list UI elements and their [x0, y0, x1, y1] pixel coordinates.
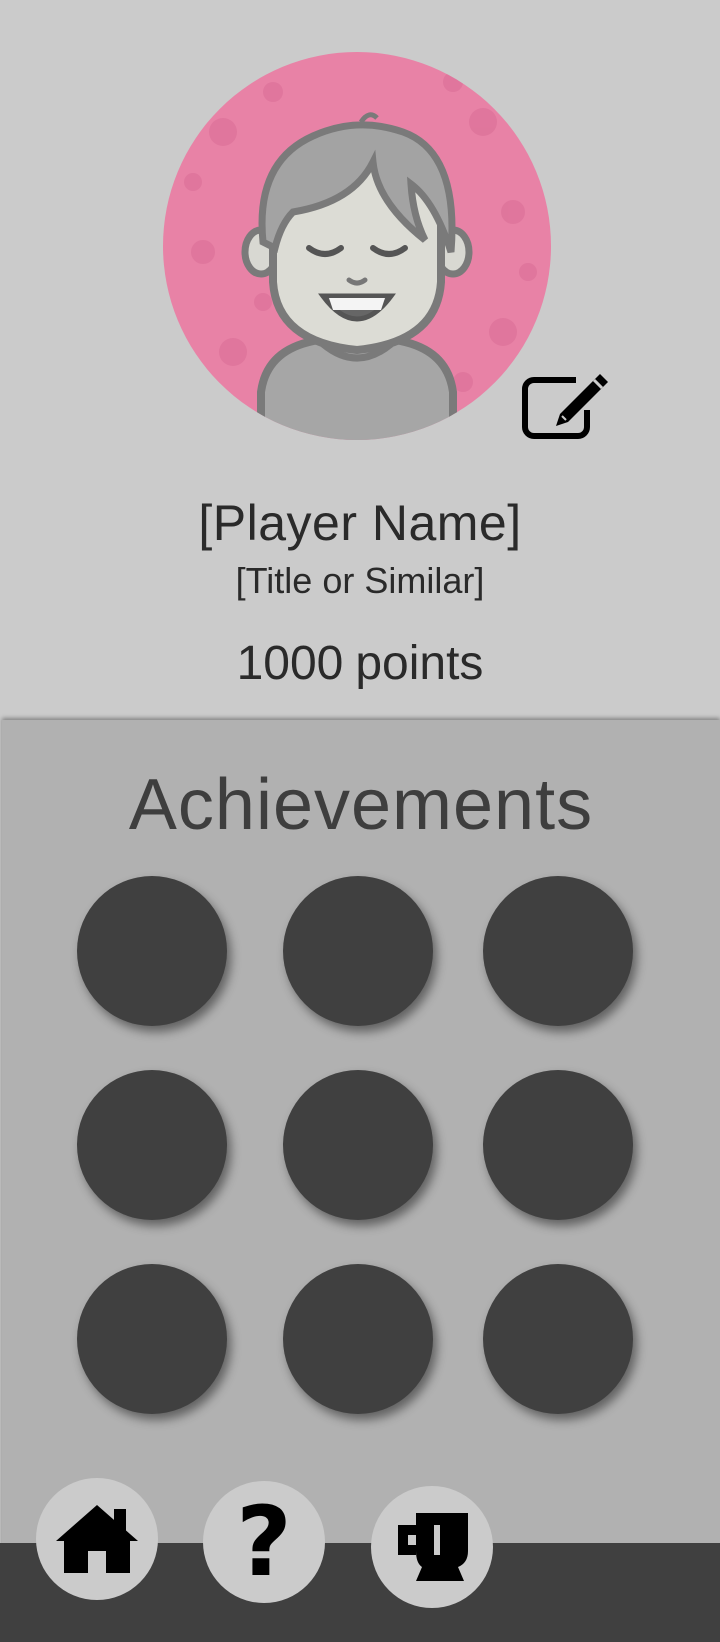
points-label: points: [355, 637, 484, 690]
achievement-badge[interactable]: [483, 1264, 633, 1414]
points-value: 1000: [236, 637, 344, 690]
help-button[interactable]: ?: [203, 1481, 325, 1603]
home-icon: [56, 1505, 138, 1573]
achievement-badge[interactable]: [283, 1070, 433, 1220]
trophy-icon: [398, 1513, 468, 1581]
avatar-illustration: [184, 72, 537, 440]
edit-profile-button[interactable]: [520, 370, 610, 442]
home-button[interactable]: [36, 1478, 158, 1600]
player-name: [Player Name]: [198, 495, 522, 551]
achievement-badge[interactable]: [283, 1264, 433, 1414]
player-title: [Title or Similar]: [235, 560, 485, 601]
achievement-badge[interactable]: [283, 876, 433, 1026]
achievements-heading: Achievements: [128, 765, 594, 845]
avatar[interactable]: [163, 52, 551, 440]
pencil-square-icon: [522, 370, 610, 439]
achievement-badge[interactable]: [77, 1264, 227, 1414]
question-mark-icon: ?: [236, 1486, 292, 1598]
leaderboard-button[interactable]: [371, 1486, 493, 1608]
profile-header: [Player Name] [Title or Similar] 1000 poi…: [0, 0, 720, 720]
achievement-badge[interactable]: [483, 1070, 633, 1220]
achievement-badge[interactable]: [77, 876, 227, 1026]
achievement-badge[interactable]: [77, 1070, 227, 1220]
achievement-badge[interactable]: [483, 876, 633, 1026]
points-display: 1000 points: [0, 636, 720, 691]
